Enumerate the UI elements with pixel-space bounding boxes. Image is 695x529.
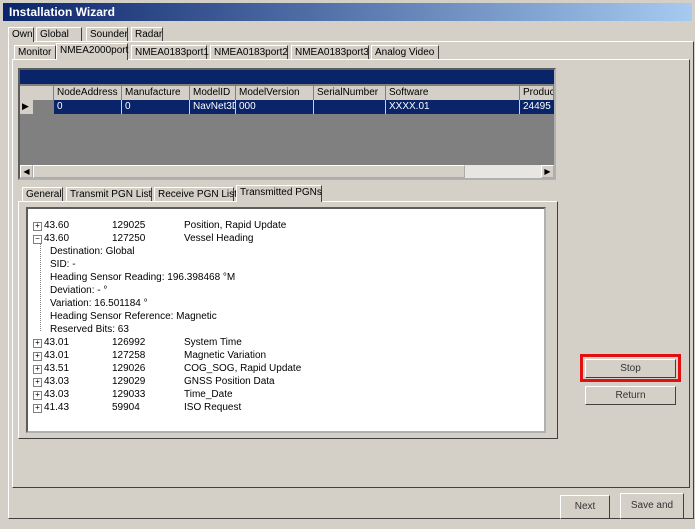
tab-global[interactable]: Global — [36, 27, 82, 42]
item-source: 43.60 — [44, 220, 70, 231]
cell-model-id: NavNet3D — [190, 100, 236, 114]
tab-analog-video[interactable]: Analog Video — [371, 45, 439, 60]
cell-product: 24495 — [523, 101, 551, 112]
return-button[interactable]: Return — [585, 386, 676, 405]
tab-nmea0183port3[interactable]: NMEA0183port3 — [291, 45, 369, 60]
title-bar: Installation Wizard — [3, 3, 692, 21]
cell-model-version: 000 — [236, 100, 314, 114]
item-name: COG_SOG, Rapid Update — [184, 363, 302, 374]
scroll-thumb[interactable] — [33, 165, 465, 178]
scroll-left-icon[interactable]: ◀ — [20, 165, 33, 178]
item-pgn: 129033 — [112, 389, 146, 400]
tree-detail: Heading Sensor Reference: Magnetic — [50, 311, 217, 322]
item-pgn: 127258 — [112, 350, 146, 361]
tab-radar[interactable]: Radar — [131, 27, 163, 42]
tree-detail: Deviation: - ° — [50, 285, 108, 296]
item-source: 43.01 — [44, 350, 70, 361]
row-pointer-icon: ▶ — [22, 101, 29, 111]
column-header[interactable]: Manufacture — [122, 86, 190, 100]
item-source: 43.03 — [44, 389, 70, 400]
tab-own[interactable]: Own — [8, 27, 34, 42]
tab-transmit-pgn-list[interactable]: Transmit PGN List — [66, 187, 152, 202]
expand-icon[interactable]: + — [33, 378, 42, 387]
expand-icon[interactable]: + — [33, 404, 42, 413]
item-source: 43.01 — [44, 337, 70, 348]
tree-detail: Variation: 16.501184 ° — [50, 298, 148, 309]
scroll-right-icon[interactable]: ▶ — [541, 165, 554, 178]
item-pgn: 129029 — [112, 376, 146, 387]
tree-item[interactable]: + 43.60 129025 Position, Rapid Update — [32, 219, 532, 232]
tree-item[interactable]: + 43.03 129029 GNSS Position Data — [32, 375, 532, 388]
cell-manufacture: 0 — [122, 100, 190, 114]
tab-monitor[interactable]: Monitor — [14, 45, 56, 60]
table-row[interactable]: 0 0 NavNet3D 000 XXXX.01 24495 — [54, 100, 554, 114]
column-header[interactable]: ModelVersion — [236, 86, 314, 100]
item-name: Time_Date — [184, 389, 233, 400]
row-selector[interactable]: ▶ — [20, 100, 34, 114]
tab-transmitted-pgns[interactable]: Transmitted PGNs — [236, 185, 322, 202]
tab-nmea0183port2[interactable]: NMEA0183port2 — [210, 45, 288, 60]
tree-detail: Heading Sensor Reading: 196.398468 °M — [50, 272, 236, 283]
pgn-tree-view[interactable]: + 43.60 129025 Position, Rapid Update − … — [26, 207, 546, 433]
column-header[interactable]: Software — [386, 86, 520, 100]
item-name: GNSS Position Data — [184, 376, 275, 387]
tree-item[interactable]: + 43.01 126992 System Time — [32, 336, 532, 349]
tree-detail: SID: - — [50, 259, 76, 270]
item-pgn: 126992 — [112, 337, 146, 348]
item-source: 41.43 — [44, 402, 70, 413]
horizontal-scrollbar[interactable]: ◀ ▶ — [20, 165, 554, 178]
column-header[interactable]: NodeAddress — [54, 86, 122, 100]
tab-sounder[interactable]: Sounder — [86, 27, 128, 42]
cell-serial-number — [314, 100, 386, 114]
tab-receive-pgn-list[interactable]: Receive PGN List — [154, 187, 237, 202]
item-name: ISO Request — [184, 402, 242, 413]
window-title: Installation Wizard — [9, 5, 115, 19]
tree-connector — [40, 239, 41, 331]
expand-icon[interactable]: + — [33, 222, 42, 231]
tree-item[interactable]: − 43.60 127250 Vessel Heading — [32, 232, 532, 245]
tree-detail: Reserved Bits: 63 — [50, 324, 129, 335]
collapse-icon[interactable]: − — [33, 235, 42, 244]
expand-icon[interactable]: + — [33, 365, 42, 374]
item-pgn: 129026 — [112, 363, 146, 374]
tab-nmea0183port1[interactable]: NMEA0183port1 — [131, 45, 209, 60]
tree-item[interactable]: + 43.51 129026 COG_SOG, Rapid Update — [32, 362, 532, 375]
item-source: 43.60 — [44, 233, 70, 244]
installation-wizard-window: Installation Wizard Own Global Sounder R… — [0, 0, 695, 529]
table-corner — [20, 86, 54, 100]
cell-node-address: 0 — [54, 100, 122, 114]
item-pgn: 129025 — [112, 220, 146, 231]
item-name: Vessel Heading — [184, 233, 254, 244]
item-source: 43.03 — [44, 376, 70, 387]
tree-item[interactable]: + 41.43 59904 ISO Request — [32, 401, 532, 414]
expand-icon[interactable]: + — [33, 339, 42, 348]
item-name: System Time — [184, 337, 242, 348]
tree-item[interactable]: + 43.01 127258 Magnetic Variation — [32, 349, 532, 362]
cell-software: XXXX.01 — [386, 100, 520, 114]
next-button[interactable]: Next — [560, 495, 610, 519]
table-caption-bar — [20, 70, 554, 84]
column-header[interactable]: SerialNumber — [314, 86, 386, 100]
expand-icon[interactable]: + — [33, 391, 42, 400]
expand-icon[interactable]: + — [33, 352, 42, 361]
tree-item[interactable]: + 43.03 129033 Time_Date — [32, 388, 532, 401]
item-pgn: 59904 — [112, 402, 140, 413]
save-and-button[interactable]: Save and — [620, 493, 684, 519]
tab-nmea2000port[interactable]: NMEA2000port — [56, 43, 128, 60]
item-name: Position, Rapid Update — [184, 220, 287, 231]
item-source: 43.51 — [44, 363, 70, 374]
tab-general[interactable]: General — [22, 187, 63, 202]
column-header[interactable]: Product — [520, 86, 554, 100]
device-table: NodeAddress Manufacture ModelID ModelVer… — [18, 68, 556, 180]
tree-detail: Destination: Global — [50, 246, 135, 257]
column-header[interactable]: ModelID — [190, 86, 236, 100]
item-name: Magnetic Variation — [184, 350, 267, 361]
item-pgn: 127250 — [112, 233, 146, 244]
stop-button[interactable]: Stop — [585, 359, 676, 378]
